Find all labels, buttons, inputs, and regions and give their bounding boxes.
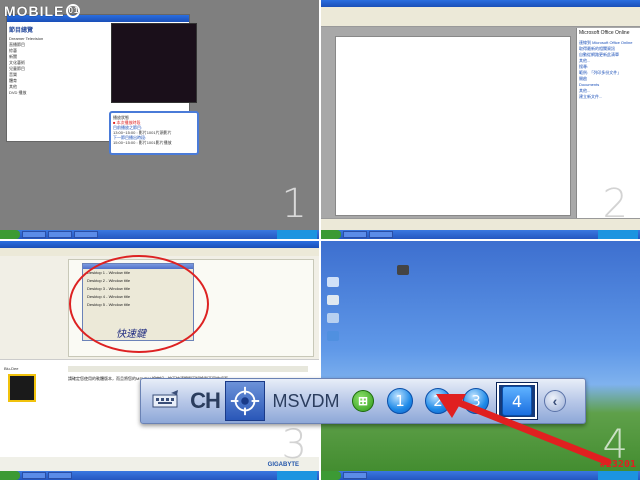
task-pane-title: Microsoft Office Online [579,30,630,36]
panel-number: 3 [281,422,307,468]
recycle-bin-icon[interactable] [327,295,339,307]
start-button[interactable] [0,471,20,480]
taskbar-item[interactable] [74,231,98,238]
document-page[interactable] [335,36,571,216]
target-icon[interactable] [225,381,265,421]
panel-number: 2 [602,181,628,227]
keyboard-icon[interactable] [147,381,185,421]
panel-number: 1 [281,181,307,227]
internet-explorer-icon[interactable] [327,331,339,343]
grid-view-button[interactable]: ⊞ [347,381,379,421]
system-tray [277,471,317,480]
taskbar [321,471,640,480]
network-icon[interactable] [327,313,339,325]
taskbar-item[interactable] [343,231,367,238]
sidebar-item[interactable]: DVD 播放 [9,90,109,96]
taskbar-item[interactable] [48,472,72,479]
system-tray [598,230,638,239]
taskbar-item[interactable] [343,472,367,479]
toolbar[interactable] [321,13,640,27]
panel-1: 節目總覽 Dreamer Television 直播節目 綜藝 新聞 文化藝術 兒童節目音… [0,0,319,239]
status-popup: 播放狀態 ■ 本次播放時段 目前播放之節目: 13:00~15:00 : 影片1001… [109,111,199,155]
post-header [68,366,308,372]
avatar [8,374,36,402]
red-highlight-circle [69,255,209,353]
system-tray [277,230,317,239]
popup-line: 15:00~15:00 : 影片1001影片播放 [113,140,172,145]
post-username[interactable]: Blu-Dee [4,366,60,371]
word-title-bar [321,0,640,7]
my-computer-icon[interactable] [327,277,339,289]
taskbar-item[interactable] [48,231,72,238]
desktop-icon[interactable] [397,265,409,277]
video-player[interactable] [111,23,197,103]
msvdm-label[interactable]: MSVDM [269,381,343,421]
desktop-number: 1 [387,388,413,414]
taskbar-item[interactable] [22,472,46,479]
divider [0,239,640,241]
start-button[interactable] [321,471,341,480]
taskbar-item[interactable] [22,231,46,238]
system-tray [598,471,638,480]
start-button[interactable] [321,230,341,239]
desktop-1-button[interactable]: 1 [383,381,417,421]
sidebar-heading: 節目總覽 [9,28,34,34]
panel-2: Microsoft Office Online 連線到 Microsoft Of… [321,0,640,239]
panel-3: Desktop 1 - Window title Desktop 2 - Wind… [0,241,319,480]
taskbar [0,230,319,239]
ch-button[interactable]: CH [189,381,221,421]
start-button[interactable] [0,230,20,239]
red-arrow [436,394,612,466]
tv-app-window: 節目總覽 Dreamer Television 直播節目 綜藝 新聞 文化藝術 兒童節目音… [6,14,199,155]
task-pane-link[interactable]: 建立新文件... [579,94,638,100]
taskbar [0,471,319,480]
taskbar-item[interactable] [369,231,393,238]
taskbar [321,230,640,239]
browser-title-bar [0,241,319,248]
sidebar: 節目總覽 Dreamer Television 直播節目 綜藝 新聞 文化藝術 兒童節目音… [9,25,109,96]
address-bar[interactable] [0,248,319,256]
drawing-toolbar[interactable] [321,218,640,230]
mobile01-logo: MOBILE 01 [4,3,81,19]
grid-icon: ⊞ [352,390,374,412]
watermark: #23201 [599,459,636,470]
